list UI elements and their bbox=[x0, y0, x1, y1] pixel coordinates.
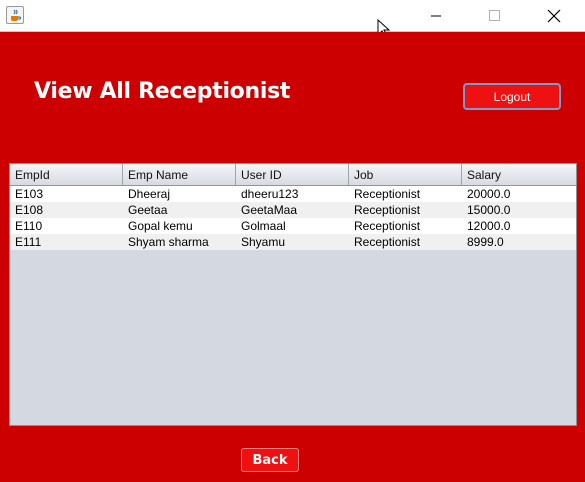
window-titlebar[interactable] bbox=[0, 0, 585, 38]
cell-salary[interactable]: 15000.0 bbox=[462, 202, 576, 218]
column-header-job[interactable]: Job bbox=[349, 164, 462, 186]
cell-user-id[interactable]: GeetaMaa bbox=[236, 202, 349, 218]
column-header-salary[interactable]: Salary bbox=[462, 164, 576, 186]
receptionist-table[interactable]: EmpId Emp Name User ID Job Salary E103 D… bbox=[9, 163, 577, 426]
table-row[interactable]: E103 Dheeraj dheeru123 Receptionist 2000… bbox=[10, 186, 576, 202]
column-header-emp-name[interactable]: Emp Name bbox=[123, 164, 236, 186]
java-cup-icon bbox=[6, 6, 24, 24]
cell-user-id[interactable]: Golmaal bbox=[236, 218, 349, 234]
cell-emp-name[interactable]: Dheeraj bbox=[123, 186, 236, 202]
maximize-icon bbox=[489, 10, 500, 21]
cell-user-id[interactable]: Shyamu bbox=[236, 234, 349, 250]
cell-job[interactable]: Receptionist bbox=[349, 218, 462, 234]
table-header: EmpId Emp Name User ID Job Salary bbox=[10, 164, 576, 186]
logout-button[interactable]: Logout bbox=[463, 83, 561, 110]
close-button[interactable] bbox=[531, 0, 577, 32]
page-title: View All Receptionist bbox=[34, 79, 291, 104]
close-icon bbox=[547, 9, 561, 23]
cell-empid[interactable]: E110 bbox=[10, 218, 123, 234]
maximize-button[interactable] bbox=[472, 0, 518, 32]
cell-user-id[interactable]: dheeru123 bbox=[236, 186, 349, 202]
back-button[interactable]: Back bbox=[241, 448, 299, 472]
cell-job[interactable]: Receptionist bbox=[349, 186, 462, 202]
table-row[interactable]: E111 Shyam sharma Shyamu Receptionist 89… bbox=[10, 234, 576, 250]
cell-job[interactable]: Receptionist bbox=[349, 202, 462, 218]
minimize-icon bbox=[431, 15, 441, 17]
cell-empid[interactable]: E103 bbox=[10, 186, 123, 202]
cell-empid[interactable]: E111 bbox=[10, 234, 123, 250]
cell-empid[interactable]: E108 bbox=[10, 202, 123, 218]
cell-emp-name[interactable]: Shyam sharma bbox=[123, 234, 236, 250]
table-body: E103 Dheeraj dheeru123 Receptionist 2000… bbox=[10, 186, 576, 250]
column-header-empid[interactable]: EmpId bbox=[10, 164, 123, 186]
cell-job[interactable]: Receptionist bbox=[349, 234, 462, 250]
table-row[interactable]: E108 Geetaa GeetaMaa Receptionist 15000.… bbox=[10, 202, 576, 218]
cell-emp-name[interactable]: Gopal kemu bbox=[123, 218, 236, 234]
cell-salary[interactable]: 12000.0 bbox=[462, 218, 576, 234]
table-row[interactable]: E110 Gopal kemu Golmaal Receptionist 120… bbox=[10, 218, 576, 234]
minimize-button[interactable] bbox=[413, 0, 459, 32]
cell-salary[interactable]: 20000.0 bbox=[462, 186, 576, 202]
main-content: View All Receptionist Logout EmpId Emp N… bbox=[1, 32, 584, 481]
cell-emp-name[interactable]: Geetaa bbox=[123, 202, 236, 218]
column-header-user-id[interactable]: User ID bbox=[236, 164, 349, 186]
cell-salary[interactable]: 8999.0 bbox=[462, 234, 576, 250]
